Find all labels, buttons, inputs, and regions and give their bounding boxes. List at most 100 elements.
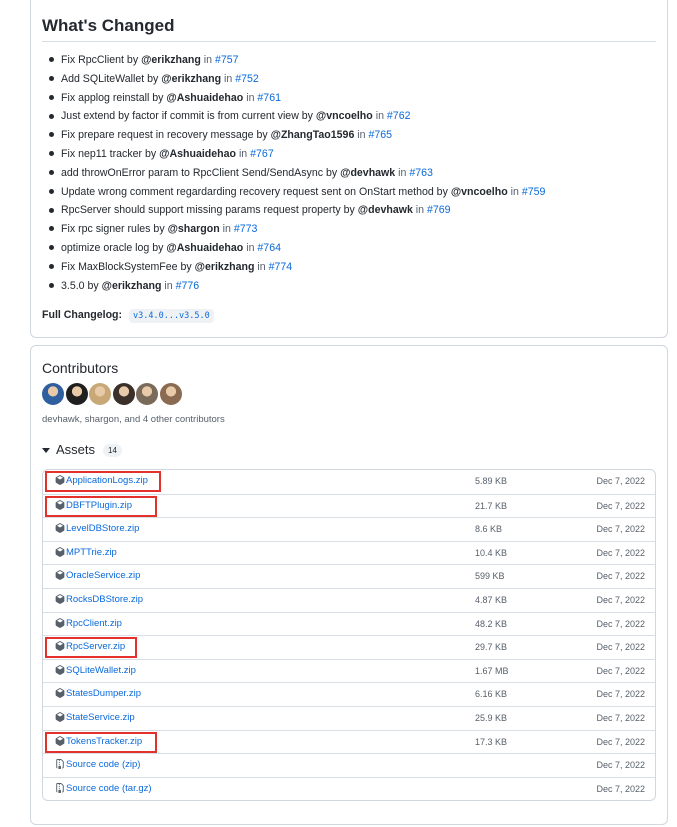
contributor-avatar[interactable] <box>112 383 135 405</box>
list-item: RpcServer should support missing params … <box>42 201 662 220</box>
user-mention-link[interactable]: @vncoelho <box>316 110 373 122</box>
asset-download-link[interactable]: Source code (tar.gz) <box>55 782 152 794</box>
asset-download-link[interactable]: SQLiteWallet.zip <box>55 665 136 676</box>
contributor-avatar[interactable] <box>136 383 158 405</box>
full-changelog: Full Changelog: v3.4.0...v3.5.0 <box>42 309 214 323</box>
pull-request-link[interactable]: #762 <box>387 110 411 122</box>
change-in-text: in <box>161 279 176 292</box>
contributor-avatar[interactable] <box>42 383 64 405</box>
list-item: 3.5.0 by @erikzhang in #776 <box>42 277 662 296</box>
user-mention-link[interactable]: @devhawk <box>340 167 395 179</box>
change-text: Update wrong comment regardarding recove… <box>61 185 451 198</box>
user-mention-link[interactable]: @shargon <box>168 223 220 235</box>
change-text: add throwOnError param to RpcClient Send… <box>61 166 341 179</box>
asset-size: 599 KB <box>475 571 505 582</box>
user-mention-link[interactable]: @Ashuaidehao <box>166 92 243 104</box>
change-text: Fix prepare request in recovery message … <box>61 129 271 142</box>
highlight-box <box>45 637 137 659</box>
change-text: Fix nep11 tracker by <box>61 147 160 160</box>
list-item: optimize oracle log by @Ashuaidehao in #… <box>42 239 662 258</box>
change-in-text: in <box>221 72 236 85</box>
bullet-icon <box>49 282 54 288</box>
package-icon <box>55 688 66 699</box>
change-text: Fix applog reinstall by <box>61 91 167 104</box>
asset-download-link[interactable]: MPTTrie.zip <box>55 547 117 558</box>
asset-date: Dec 7, 2022 <box>596 618 645 629</box>
change-text: Fix rpc signer rules by <box>61 223 168 236</box>
asset-download-link[interactable]: RpcClient.zip <box>55 618 122 629</box>
assets-toggle[interactable]: Assets 14 <box>42 442 122 458</box>
user-mention-link[interactable]: @erikzhang <box>195 261 255 273</box>
asset-name: SQLiteWallet.zip <box>66 664 136 676</box>
list-item: Update wrong comment regardarding recove… <box>42 183 662 202</box>
change-in-text: in <box>412 204 427 217</box>
user-mention-link[interactable]: @Ashuaidehao <box>166 242 243 254</box>
contributor-avatar[interactable] <box>159 383 182 405</box>
list-item: Fix rpc signer rules by @shargon in #773 <box>42 220 662 239</box>
user-mention-link[interactable]: @devhawk <box>358 204 413 216</box>
pull-request-link[interactable]: #765 <box>369 129 393 141</box>
asset-date: Dec 7, 2022 <box>596 571 645 582</box>
asset-size: 29.7 KB <box>475 642 508 653</box>
asset-date: Dec 7, 2022 <box>596 760 645 771</box>
bullet-icon <box>49 57 54 63</box>
user-mention-link[interactable]: @Ashuaidehao <box>159 148 236 160</box>
asset-row: StatesDumper.zip 6.16 KB Dec 7, 2022 <box>43 682 655 706</box>
asset-size: 4.87 KB <box>475 594 508 605</box>
asset-download-link[interactable]: LevelDBStore.zip <box>55 523 139 534</box>
asset-download-link[interactable]: RocksDBStore.zip <box>55 594 143 605</box>
change-text: optimize oracle log by <box>61 241 167 254</box>
change-text: Add SQLiteWallet by <box>61 72 162 85</box>
user-mention-link[interactable]: @erikzhang <box>141 54 201 66</box>
asset-row: DBFTPlugin.zip 21.7 KB Dec 7, 2022 <box>43 493 655 518</box>
asset-row: TokensTracker.zip 17.3 KB Dec 7, 2022 <box>43 729 655 754</box>
list-item: Fix applog reinstall by @Ashuaidehao in … <box>42 89 662 108</box>
pull-request-link[interactable]: #757 <box>215 54 239 66</box>
asset-download-link[interactable]: StateService.zip <box>55 712 135 723</box>
contributor-avatar[interactable] <box>65 383 88 405</box>
asset-row: SQLiteWallet.zip 1.67 MB Dec 7, 2022 <box>43 658 655 683</box>
pull-request-link[interactable]: #774 <box>269 261 293 273</box>
change-in-text: in <box>254 260 269 273</box>
asset-row: MPTTrie.zip 10.4 KB Dec 7, 2022 <box>43 540 655 565</box>
pull-request-link[interactable]: #773 <box>234 223 258 235</box>
asset-download-link[interactable]: OracleService.zip <box>55 570 140 581</box>
pull-request-link[interactable]: #764 <box>257 242 281 254</box>
file-zip-icon <box>55 759 66 770</box>
bullet-icon <box>49 169 54 175</box>
contributor-avatar[interactable] <box>89 383 111 405</box>
changelog-compare-link[interactable]: v3.4.0...v3.5.0 <box>125 309 214 323</box>
pull-request-link[interactable]: #769 <box>427 204 451 216</box>
asset-name: Source code (zip) <box>66 759 141 771</box>
asset-row: StateService.zip 25.9 KB Dec 7, 2022 <box>43 705 655 730</box>
user-mention-link[interactable]: @erikzhang <box>161 73 221 85</box>
bullet-icon <box>49 263 54 269</box>
pull-request-link[interactable]: #752 <box>235 73 259 85</box>
asset-date: Dec 7, 2022 <box>596 736 645 747</box>
asset-download-link[interactable]: StatesDumper.zip <box>55 688 141 699</box>
asset-name: StatesDumper.zip <box>66 688 141 700</box>
bullet-icon <box>49 132 54 138</box>
asset-date: Dec 7, 2022 <box>596 500 645 511</box>
pull-request-link[interactable]: #761 <box>257 92 281 104</box>
user-mention-link[interactable]: @ZhangTao1596 <box>271 129 355 141</box>
pull-request-link[interactable]: #759 <box>522 186 546 198</box>
asset-date: Dec 7, 2022 <box>596 665 645 676</box>
asset-date: Dec 7, 2022 <box>596 712 645 723</box>
user-mention-link[interactable]: @vncoelho <box>451 186 508 198</box>
pull-request-link[interactable]: #767 <box>250 148 274 160</box>
asset-size: 6.16 KB <box>475 689 508 700</box>
asset-name: LevelDBStore.zip <box>66 523 140 535</box>
asset-name: RocksDBStore.zip <box>66 593 144 605</box>
user-mention-link[interactable]: @erikzhang <box>102 280 162 292</box>
package-icon <box>55 594 66 605</box>
pull-request-link[interactable]: #776 <box>176 280 200 292</box>
package-icon <box>55 570 66 581</box>
pull-request-link[interactable]: #763 <box>409 167 433 179</box>
bullet-icon <box>49 94 54 100</box>
change-in-text: in <box>507 185 522 198</box>
asset-date: Dec 7, 2022 <box>596 547 645 558</box>
bullet-icon <box>49 113 54 119</box>
asset-name: OracleService.zip <box>66 570 141 582</box>
asset-download-link[interactable]: Source code (zip) <box>55 759 140 770</box>
